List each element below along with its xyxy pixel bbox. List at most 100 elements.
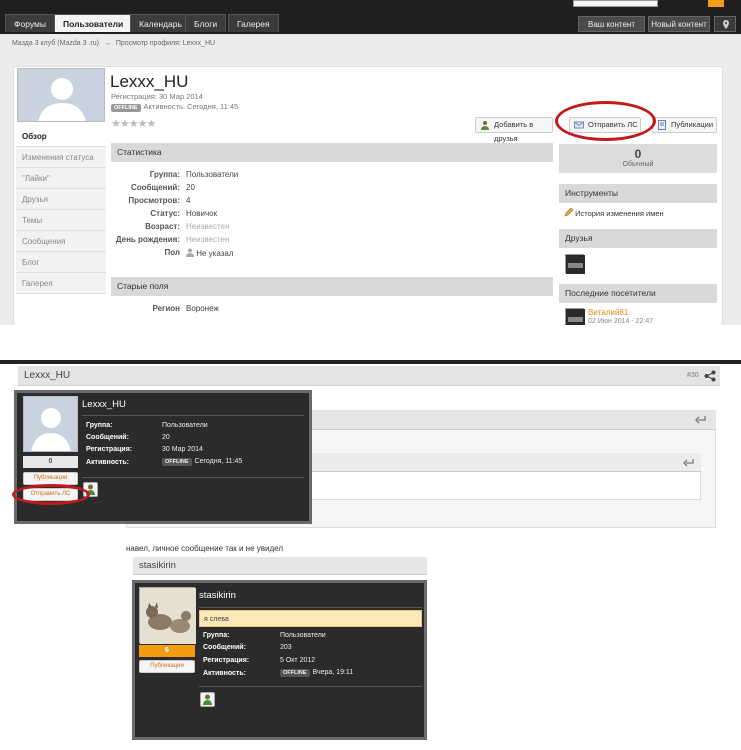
stats-heading: Статистика: [111, 143, 553, 162]
add-friend-button[interactable]: Добавить в друзья: [475, 117, 553, 143]
gender-value: Не указал: [186, 248, 234, 258]
hovercard-avatar: [139, 587, 196, 644]
tab-blogs[interactable]: Блоги: [185, 14, 227, 32]
stat-key: Возраст:: [145, 222, 180, 231]
stat-key: Сообщений:: [130, 183, 180, 192]
pencil-icon: [564, 207, 574, 217]
sidebar-item-blog[interactable]: Блог: [16, 252, 106, 273]
stat-key: Группа:: [149, 170, 180, 179]
stat-key: Просмотров:: [128, 196, 180, 205]
new-content-button[interactable]: Новый контент: [648, 16, 710, 32]
publications-button[interactable]: Публикации: [652, 117, 717, 133]
hovercard-key: Регистрация:: [86, 446, 133, 453]
hovercard-value: 30 Мар 2014: [162, 446, 203, 453]
quote-author[interactable]: stasikirin: [139, 560, 176, 571]
hovercard-key: Группа:: [86, 422, 113, 429]
hovercard-key: Активность:: [203, 670, 246, 677]
registration-date: Регистрация: 30 Мар 2014: [111, 92, 203, 101]
cat-avatar-icon: [140, 588, 196, 644]
hovercard-key: Активность:: [86, 459, 129, 466]
hovercard-divider: [82, 477, 304, 478]
old-fields-heading: Старые поля: [111, 277, 553, 296]
reply-arrow-icon[interactable]: [682, 458, 694, 468]
tab-gallery[interactable]: Галерея: [228, 14, 279, 32]
sidebar-item-overview[interactable]: Обзор: [16, 126, 106, 147]
visitor-name[interactable]: Виталий81: [588, 308, 628, 317]
sidebar-item-posts[interactable]: Сообщения: [16, 231, 106, 252]
friend-avatar[interactable]: [565, 254, 585, 274]
hovercard-value: Вчера, 19:11: [312, 669, 354, 676]
hovercard-value: 203: [280, 644, 292, 651]
reputation-box: 0 Обычный: [559, 144, 717, 173]
stat-value: 20: [186, 183, 195, 192]
profile-screenshot: Форумы Пользователи Календарь Блоги Гале…: [0, 0, 741, 325]
highlight-circle: [12, 484, 90, 505]
top-divider: [0, 360, 741, 364]
tab-calendar[interactable]: Календарь: [130, 14, 191, 32]
sidebar-item-friends[interactable]: Друзья: [16, 189, 106, 210]
document-icon: [658, 120, 666, 130]
name-history-link[interactable]: История изменения имен: [564, 207, 664, 218]
hovercard-publications-button[interactable]: Публикации: [139, 660, 195, 673]
breadcrumb: Мазда 3 клуб (Mazda 3 .ru) → Просмотр пр…: [12, 40, 215, 47]
sidebar-item-gallery[interactable]: Галерея: [16, 273, 106, 294]
stat-value: Пользователи: [186, 170, 239, 179]
hovercard-key: Сообщений:: [86, 434, 129, 441]
gender-text: Не указал: [196, 249, 234, 258]
stat-value: Неизвестен: [186, 222, 230, 231]
breadcrumb-home[interactable]: Мазда 3 клуб (Mazda 3 .ru): [12, 40, 99, 47]
map-pin-icon: [723, 20, 729, 29]
rating-stars[interactable]: ★★★★★: [111, 117, 156, 130]
publications-label: Публикации: [671, 120, 714, 129]
search-button[interactable]: [708, 0, 724, 7]
user-icon: [186, 248, 194, 257]
stat-key: Статус:: [150, 209, 180, 218]
name-history-label: История изменения имен: [575, 209, 664, 218]
hovercard-avatar: [23, 396, 78, 452]
search-input[interactable]: [573, 0, 658, 7]
hovercard-value: Пользователи: [162, 422, 208, 429]
share-icon[interactable]: [704, 370, 716, 382]
nested-quote-header: [308, 453, 701, 472]
sidebar-item-likes[interactable]: "Лайки": [16, 168, 106, 189]
user-hovercard: stasikirin я слева Группа: Пользователи …: [132, 580, 427, 740]
hovercard-value: Сегодня, 11:45: [194, 458, 243, 465]
visitors-heading: Последние посетители: [559, 284, 717, 303]
reputation-label: Обычный: [622, 161, 654, 168]
tab-users[interactable]: Пользователи: [54, 14, 133, 32]
hovercard-activity: OFFLINE Вчера, 19:11: [280, 669, 353, 677]
activity-text: Активность: Сегодня, 11:45: [143, 102, 239, 111]
reply-arrow-icon[interactable]: [694, 415, 706, 425]
post-number[interactable]: #30: [687, 372, 699, 379]
post-author[interactable]: Lexxx_HU: [24, 370, 70, 381]
region-value: Воронеж: [186, 304, 219, 313]
location-button[interactable]: [714, 16, 736, 32]
sidebar-item-topics[interactable]: Темы: [16, 210, 106, 231]
stat-value: Новичок: [186, 209, 218, 218]
activity-line: OFFLINE Активность: Сегодня, 11:45: [111, 102, 238, 112]
region-key: Регион: [152, 304, 180, 313]
hovercard-divider: [82, 415, 304, 416]
hovercard-key: Группа:: [203, 632, 230, 639]
add-user-icon: [203, 694, 212, 705]
hovercard-activity: OFFLINE Сегодня, 11:45: [162, 458, 242, 466]
tab-forums[interactable]: Форумы: [5, 14, 55, 32]
offline-badge: OFFLINE: [162, 458, 192, 466]
top-navigation-bar: Форумы Пользователи Календарь Блоги Гале…: [0, 0, 741, 34]
offline-badge: OFFLINE: [111, 104, 141, 112]
post-message-text: навел, личное сообщение так и не увидел: [126, 544, 284, 553]
your-content-button[interactable]: Ваш контент: [578, 16, 645, 32]
visitor-avatar[interactable]: [565, 308, 585, 325]
sidebar-item-status-updates[interactable]: Изменения статуса: [16, 147, 106, 168]
tools-heading: Инструменты: [559, 184, 717, 203]
breadcrumb-separator: →: [103, 40, 111, 47]
hovercard-username[interactable]: Lexxx_HU: [82, 399, 126, 410]
hovercard-divider: [199, 686, 422, 687]
friends-heading: Друзья: [559, 229, 717, 248]
hovercard-key: Регистрация:: [203, 657, 250, 664]
post-header: Lexxx_HU #30: [18, 366, 720, 386]
breadcrumb-current: Просмотр профиля: Lexxx_HU: [115, 40, 216, 47]
hovercard-username[interactable]: stasikirin: [199, 590, 236, 601]
hovercard-add-friend-button[interactable]: [200, 692, 215, 707]
stat-key: Пол: [164, 248, 180, 257]
